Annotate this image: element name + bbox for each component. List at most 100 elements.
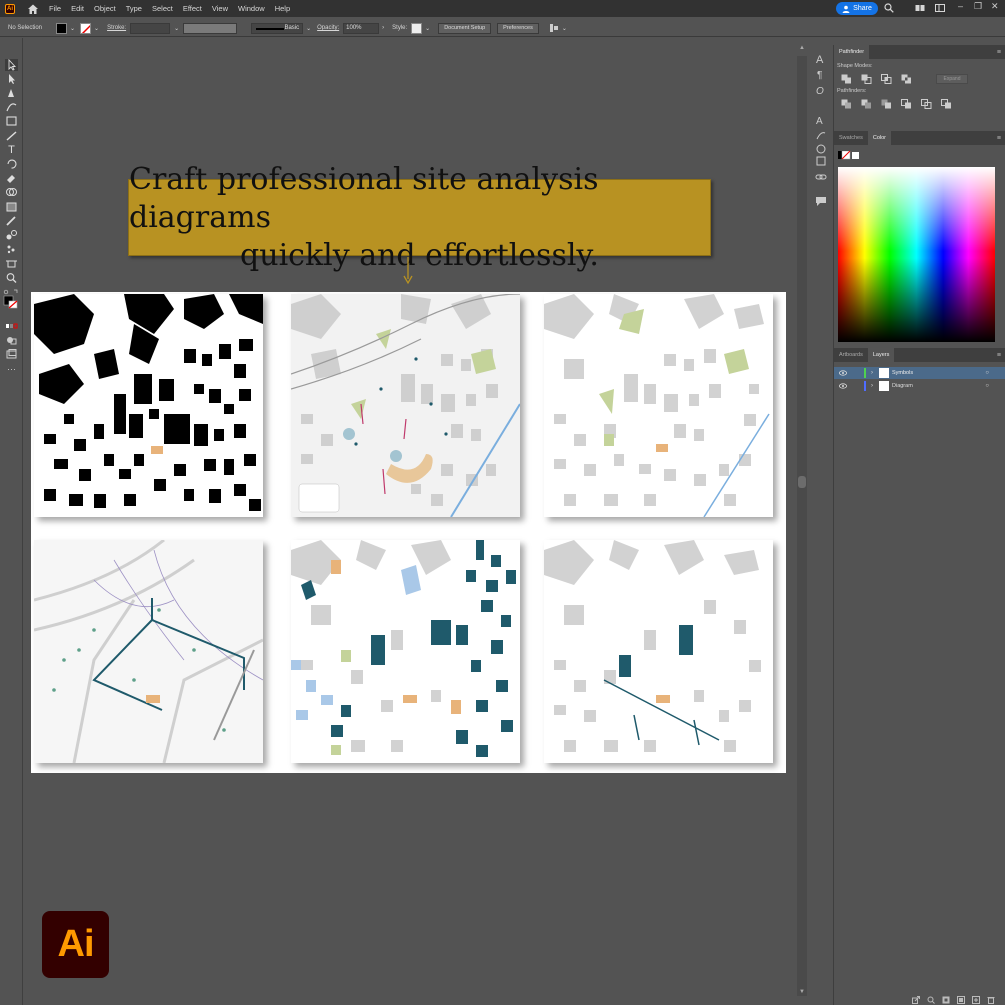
color-spectrum[interactable]: [838, 167, 995, 342]
divide-icon[interactable]: [841, 99, 852, 109]
layer-row-diagram[interactable]: › Diagram ○: [834, 380, 1005, 392]
close-icon[interactable]: ✕: [991, 1, 999, 12]
selection-tool-icon[interactable]: [5, 59, 18, 71]
tab-color[interactable]: Color: [867, 131, 892, 145]
menu-window[interactable]: Window: [238, 4, 265, 13]
links-panel-icon[interactable]: [815, 171, 827, 183]
restore-icon[interactable]: ❐: [974, 1, 982, 12]
color-mode-icon[interactable]: [5, 320, 18, 332]
zoom-tool-icon[interactable]: [5, 272, 18, 284]
paintbrush-tool-icon[interactable]: [5, 130, 18, 142]
graphic-style-swatch[interactable]: [411, 22, 423, 34]
panel-menu-icon[interactable]: ≡: [997, 49, 1001, 56]
clipping-mask-icon[interactable]: [942, 996, 950, 1004]
new-sublayer-icon[interactable]: [957, 995, 965, 1004]
opacity-field[interactable]: 100%: [343, 22, 380, 34]
eye-icon[interactable]: [839, 370, 847, 376]
pen-tool-icon[interactable]: [5, 87, 18, 99]
outline-icon[interactable]: [921, 99, 932, 109]
tab-swatches[interactable]: Swatches: [834, 131, 868, 145]
align-icon[interactable]: [549, 23, 559, 33]
symbols-panel-icon[interactable]: [815, 143, 827, 155]
eye-icon[interactable]: [839, 383, 847, 389]
rectangle-tool-icon[interactable]: [5, 115, 18, 127]
chevron-down-icon[interactable]: ⌄: [562, 25, 567, 32]
share-button[interactable]: Share: [836, 2, 878, 15]
crop-icon[interactable]: [901, 99, 912, 109]
glyphs-panel-icon[interactable]: A: [815, 114, 827, 126]
chevron-down-icon[interactable]: ⌄: [174, 25, 179, 32]
chevron-down-icon[interactable]: ⌄: [425, 25, 430, 32]
shape-builder-tool-icon[interactable]: [5, 186, 18, 198]
target-icon[interactable]: ○: [985, 370, 989, 376]
menu-effect[interactable]: Effect: [183, 4, 202, 13]
scrollbar-thumb[interactable]: [798, 476, 806, 488]
gradient-tool-icon[interactable]: [5, 201, 18, 213]
direct-selection-tool-icon[interactable]: [5, 73, 18, 85]
vertical-scrollbar[interactable]: [797, 56, 807, 996]
menu-object[interactable]: Object: [94, 4, 116, 13]
minus-front-icon[interactable]: [861, 74, 872, 84]
brushes-panel-icon[interactable]: [815, 129, 827, 141]
tab-layers[interactable]: Layers: [867, 348, 895, 362]
chevron-right-icon[interactable]: ›: [871, 370, 873, 376]
character-panel-icon[interactable]: A: [816, 54, 823, 66]
layer-name[interactable]: Symbols: [892, 370, 913, 376]
artboard-tool-icon[interactable]: [5, 258, 18, 270]
chevron-right-icon[interactable]: ›: [382, 25, 384, 31]
curvature-tool-icon[interactable]: [5, 101, 18, 113]
eyedropper-tool-icon[interactable]: [5, 215, 18, 227]
minimize-icon[interactable]: –: [958, 1, 963, 11]
menu-edit[interactable]: Edit: [71, 4, 84, 13]
locate-object-icon[interactable]: [927, 996, 935, 1004]
scroll-down-icon[interactable]: ▼: [799, 989, 805, 995]
brush-definition[interactable]: Basic: [251, 22, 304, 34]
arrange-documents-icon[interactable]: [915, 3, 925, 13]
eraser-tool-icon[interactable]: [5, 172, 18, 184]
screen-mode-icon[interactable]: [5, 348, 18, 360]
paragraph-panel-icon[interactable]: ¶: [817, 70, 822, 81]
minus-back-icon[interactable]: [941, 99, 952, 109]
menu-type[interactable]: Type: [126, 4, 142, 13]
layer-row-symbols[interactable]: › Symbols ○: [834, 367, 1005, 379]
target-icon[interactable]: ○: [985, 383, 989, 389]
color-mode-swatches-icon[interactable]: [838, 151, 860, 160]
workspace-switcher-icon[interactable]: [935, 3, 945, 13]
symbol-sprayer-tool-icon[interactable]: [5, 243, 18, 255]
document-setup-button[interactable]: Document Setup: [438, 22, 492, 34]
merge-icon[interactable]: [881, 99, 892, 109]
exclude-icon[interactable]: [901, 74, 912, 84]
menu-select[interactable]: Select: [152, 4, 173, 13]
trash-icon[interactable]: [987, 996, 995, 1004]
fill-stroke-swatch-icon[interactable]: [3, 289, 19, 309]
layer-name[interactable]: Diagram: [892, 383, 913, 389]
chevron-down-icon[interactable]: ⌄: [70, 25, 75, 32]
blend-tool-icon[interactable]: [5, 229, 18, 241]
comments-panel-icon[interactable]: [815, 195, 827, 207]
menu-view[interactable]: View: [212, 4, 228, 13]
artboard[interactable]: [31, 292, 786, 773]
drawing-mode-icon[interactable]: [5, 334, 18, 346]
expand-button[interactable]: Expand: [936, 74, 968, 84]
chevron-down-icon[interactable]: ⌄: [94, 25, 99, 32]
more-tools-icon[interactable]: ···: [5, 363, 18, 375]
new-layer-icon[interactable]: [972, 995, 980, 1004]
rotate-tool-icon[interactable]: [5, 158, 18, 170]
variable-width-profile[interactable]: [183, 22, 238, 34]
menu-file[interactable]: File: [49, 4, 61, 13]
export-icon[interactable]: [912, 995, 920, 1004]
tab-artboards[interactable]: Artboards: [834, 348, 868, 362]
search-icon[interactable]: [884, 3, 894, 13]
stroke-swatch[interactable]: [80, 22, 92, 34]
intersect-icon[interactable]: [881, 74, 892, 84]
trim-icon[interactable]: [861, 99, 872, 109]
opentype-panel-icon[interactable]: O: [816, 86, 824, 97]
panel-menu-icon[interactable]: ≡: [997, 135, 1001, 142]
unite-icon[interactable]: [841, 74, 852, 84]
chevron-down-icon[interactable]: ⌄: [306, 25, 311, 32]
type-tool-icon[interactable]: T: [5, 144, 18, 156]
menu-help[interactable]: Help: [275, 4, 290, 13]
tab-pathfinder[interactable]: Pathfinder: [834, 45, 870, 59]
home-icon[interactable]: [27, 3, 39, 15]
stroke-weight-field[interactable]: [130, 22, 171, 34]
